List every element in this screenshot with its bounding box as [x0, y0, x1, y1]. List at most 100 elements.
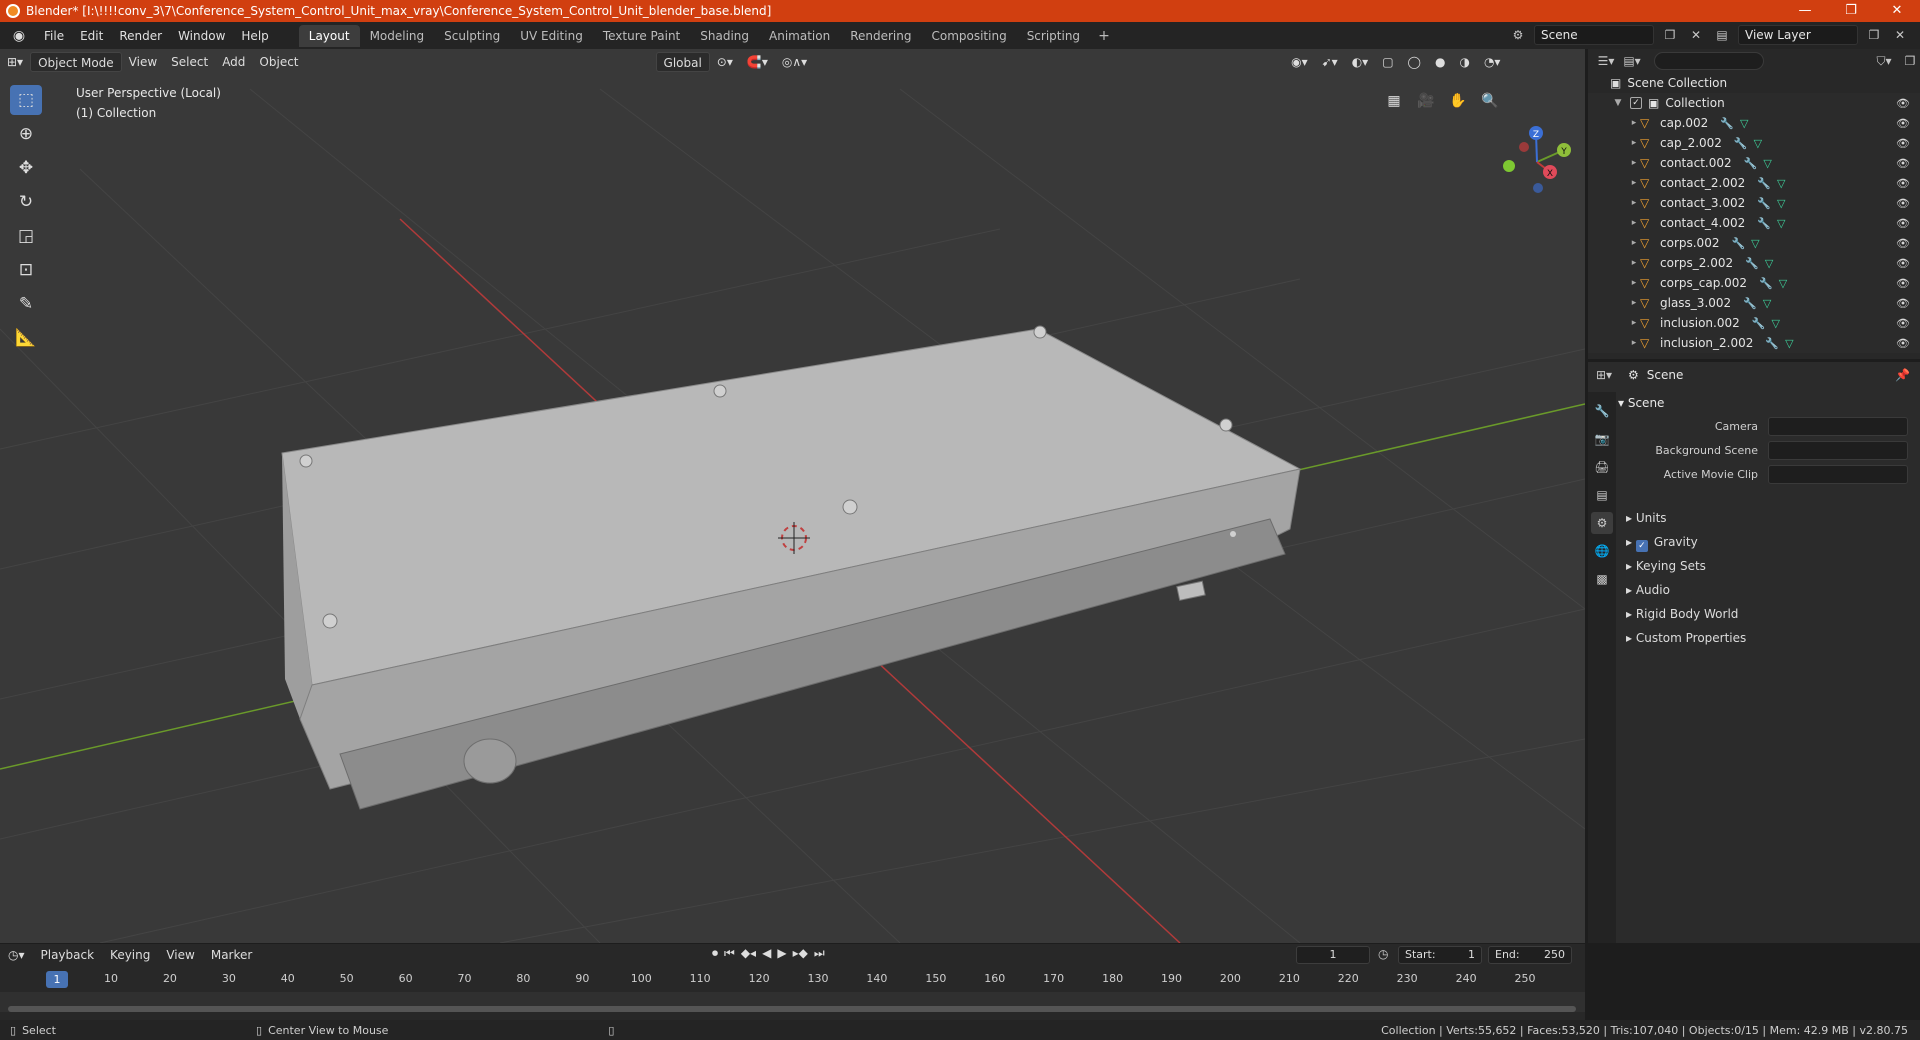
collapse-icon[interactable]: ▼ [1612, 98, 1624, 108]
custom-properties-subpanel[interactable]: ▸ Custom Properties [1618, 626, 1918, 650]
mesh-data-icon[interactable]: ▽ [1777, 177, 1785, 190]
device-model[interactable] [281, 325, 1302, 810]
outliner-object-row[interactable]: ▸ ▽ contact_4.002 🔧 ▽ 👁 [1588, 213, 1920, 233]
modifier-icon[interactable]: 🔧 [1745, 257, 1759, 270]
tab-layout[interactable]: Layout [298, 24, 360, 47]
modifier-icon[interactable]: 🔧 [1759, 277, 1773, 290]
tab-shading[interactable]: Shading [690, 25, 759, 47]
modifier-icon[interactable]: 🔧 [1731, 237, 1745, 250]
new-collection-icon[interactable]: ❐ [1900, 51, 1920, 71]
minimize-button[interactable]: — [1782, 0, 1828, 22]
outliner-object-row[interactable]: ▸ ▽ corps.002 🔧 ▽ 👁 [1588, 233, 1920, 253]
menu-marker[interactable]: Marker [203, 948, 260, 962]
play-icon[interactable]: ▶ [777, 946, 786, 961]
editor-type-icon[interactable]: ⊞▾ [0, 52, 30, 72]
mesh-data-icon[interactable]: ▽ [1763, 297, 1771, 310]
modifier-icon[interactable]: 🔧 [1743, 297, 1757, 310]
blender-menu-icon[interactable]: ◉ [10, 28, 28, 44]
active-movie-clip-field[interactable] [1768, 464, 1908, 484]
new-scene-icon[interactable]: ❐ [1660, 25, 1680, 45]
navigation-gizmo[interactable]: Y Z X [1503, 126, 1571, 193]
tab-uv-editing[interactable]: UV Editing [510, 25, 593, 47]
units-subpanel[interactable]: ▸ Units [1618, 506, 1918, 530]
overlay-icon[interactable]: ◐▾ [1345, 52, 1376, 72]
properties-editor-icon[interactable]: ⊞▾ [1594, 365, 1614, 385]
expand-icon[interactable]: ▸ [1628, 198, 1640, 208]
measure-tool-icon[interactable]: 📐 [10, 323, 42, 353]
menu-select[interactable]: Select [164, 52, 215, 72]
remove-view-layer-icon[interactable]: ✕ [1890, 25, 1910, 45]
eye-icon[interactable]: 👁 [1896, 197, 1910, 210]
menu-render[interactable]: Render [111, 29, 170, 43]
outliner-object-row[interactable]: ▸ ▽ cap_2.002 🔧 ▽ 👁 [1588, 133, 1920, 153]
eye-icon[interactable]: 👁 [1896, 217, 1910, 230]
snap-icon[interactable]: 🧲▾ [740, 52, 775, 72]
jump-start-icon[interactable]: ⏮ [724, 946, 735, 961]
view-layer-tab-icon[interactable]: ▤ [1591, 484, 1613, 506]
outliner-object-row[interactable]: ▸ ▽ corps_cap.002 🔧 ▽ 👁 [1588, 273, 1920, 293]
tab-animation[interactable]: Animation [759, 25, 840, 47]
expand-icon[interactable]: ▸ [1628, 138, 1640, 148]
menu-window[interactable]: Window [170, 29, 233, 43]
expand-icon[interactable]: ▸ [1628, 258, 1640, 268]
menu-keying[interactable]: Keying [102, 948, 158, 962]
expand-icon[interactable]: ▸ [1628, 158, 1640, 168]
scene-icon[interactable]: ⚙ [1508, 25, 1528, 45]
scene-field[interactable]: Scene [1534, 25, 1654, 45]
eye-icon[interactable]: 👁 [1896, 237, 1910, 250]
modifier-icon[interactable]: 🔧 [1744, 157, 1758, 170]
menu-file[interactable]: File [36, 29, 72, 43]
eye-icon[interactable]: 👁 [1896, 137, 1910, 150]
mesh-data-icon[interactable]: ▽ [1785, 337, 1793, 350]
background-scene-field[interactable] [1768, 440, 1908, 460]
mesh-data-icon[interactable]: ▽ [1751, 237, 1759, 250]
view-layer-field[interactable]: View Layer [1738, 25, 1858, 45]
tab-rendering[interactable]: Rendering [840, 25, 921, 47]
mesh-data-icon[interactable]: ▽ [1765, 257, 1773, 270]
menu-object[interactable]: Object [252, 52, 305, 72]
visibility-icon[interactable]: ◉▾ [1284, 52, 1315, 72]
expand-icon[interactable]: ▸ [1628, 278, 1640, 288]
tab-sculpting[interactable]: Sculpting [434, 25, 510, 47]
mesh-data-icon[interactable]: ▽ [1777, 217, 1785, 230]
menu-view[interactable]: View [122, 52, 164, 72]
scene-collection-row[interactable]: ▣ Scene Collection [1588, 73, 1920, 93]
audio-subpanel[interactable]: ▸ Audio [1618, 578, 1918, 602]
shading-wireframe-icon[interactable]: ◯ [1401, 52, 1428, 72]
pin-icon[interactable]: 📌 [1895, 368, 1910, 382]
eye-icon[interactable]: 👁 [1896, 97, 1910, 110]
eye-icon[interactable]: 👁 [1896, 257, 1910, 270]
cursor-tool-icon[interactable]: ⊕ [10, 119, 42, 149]
expand-icon[interactable]: ▸ [1628, 298, 1640, 308]
output-tab-icon[interactable]: 🖨 [1591, 456, 1613, 478]
expand-icon[interactable]: ▸ [1628, 178, 1640, 188]
timeline-editor-icon[interactable]: ◷▾ [0, 948, 33, 962]
camera-view-icon[interactable]: 🎥 [1412, 87, 1440, 115]
modifier-icon[interactable]: 🔧 [1757, 177, 1771, 190]
mesh-data-icon[interactable]: ▽ [1771, 317, 1779, 330]
mesh-data-icon[interactable]: ▽ [1754, 137, 1762, 150]
remove-scene-icon[interactable]: ✕ [1686, 25, 1706, 45]
maximize-button[interactable]: ❐ [1828, 0, 1874, 22]
playhead[interactable]: 1 [46, 971, 68, 988]
transform-orientation-dropdown[interactable]: Global [655, 52, 710, 72]
outliner-object-row[interactable]: ▸ ▽ inclusion_2.002 🔧 ▽ 👁 [1588, 333, 1920, 353]
next-keyframe-icon[interactable]: ▸◆ [793, 946, 808, 961]
annotate-tool-icon[interactable]: ✎ [10, 289, 42, 319]
expand-icon[interactable]: ▸ [1628, 338, 1640, 348]
outliner-object-row[interactable]: ▸ ▽ inclusion.002 🔧 ▽ 👁 [1588, 313, 1920, 333]
menu-edit[interactable]: Edit [72, 29, 111, 43]
start-frame-field[interactable]: Start: 1 [1398, 946, 1482, 964]
shading-rendered-icon[interactable]: ◔▾ [1477, 52, 1508, 72]
outliner-object-row[interactable]: ▸ ▽ cap.002 🔧 ▽ 👁 [1588, 113, 1920, 133]
zoom-icon[interactable]: 🔍 [1476, 87, 1504, 115]
eye-icon[interactable]: 👁 [1896, 297, 1910, 310]
eye-icon[interactable]: 👁 [1896, 277, 1910, 290]
expand-icon[interactable]: ▸ [1628, 238, 1640, 248]
grid-toggle-icon[interactable]: ▦ [1380, 87, 1408, 115]
render-tab-icon[interactable]: 📷 [1591, 428, 1613, 450]
scene-panel-title[interactable]: ▾ Scene [1618, 392, 1918, 414]
mesh-data-icon[interactable]: ▽ [1779, 277, 1787, 290]
collection-row[interactable]: ▼ ✓ ▣ Collection 👁 [1588, 93, 1920, 113]
rotate-tool-icon[interactable]: ↻ [10, 187, 42, 217]
